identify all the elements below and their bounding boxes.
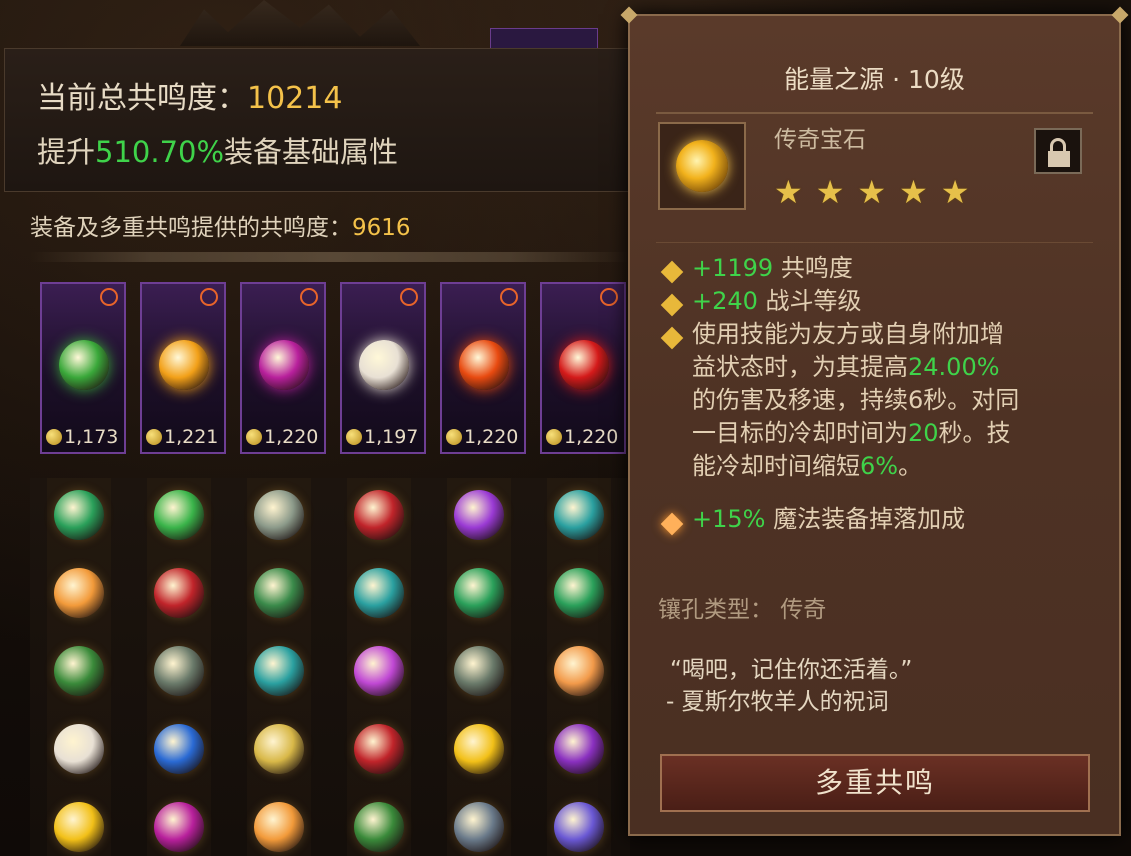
rank-emblem-icon bbox=[200, 288, 218, 306]
equipment-card[interactable]: 1,220 bbox=[440, 282, 526, 454]
gem-slot[interactable] bbox=[154, 490, 204, 540]
diamond-bullet-icon bbox=[660, 293, 684, 317]
effect-line: 益状态时，为其提高24.00% bbox=[692, 353, 1000, 381]
rank-emblem-icon bbox=[600, 288, 618, 306]
equipment-card[interactable]: 1,221 bbox=[140, 282, 226, 454]
flavor-quote: “喝吧，记住你还活着。” bbox=[670, 657, 913, 683]
gem-slot[interactable] bbox=[54, 802, 104, 852]
equipment-card[interactable]: 1,220 bbox=[240, 282, 326, 454]
effect-line: 的伤害及移速，持续6秒。对同 bbox=[692, 386, 1020, 414]
total-resonance: 当前总共鸣度：10214 bbox=[37, 81, 343, 116]
equipment-card[interactable]: 1,220 bbox=[540, 282, 626, 454]
divider bbox=[656, 242, 1093, 243]
rank-emblem-icon bbox=[400, 288, 418, 306]
effect-line: 一目标的冷却时间为20秒。技 bbox=[692, 419, 1011, 447]
diamond-bullet-icon bbox=[660, 260, 684, 284]
star-icon: ★ bbox=[940, 173, 970, 211]
rank-emblem-icon bbox=[300, 288, 318, 306]
diamond-bullet-icon bbox=[660, 326, 684, 350]
flavor-author: - 夏斯尔牧羊人的祝词 bbox=[666, 689, 889, 715]
coin-icon bbox=[146, 429, 162, 445]
resonance-value: 1,221 bbox=[146, 426, 218, 448]
gem-grid-area bbox=[30, 478, 630, 856]
stat-resonance: +1199 共鸣度 bbox=[692, 254, 853, 282]
rank-emblem-icon bbox=[100, 288, 118, 306]
gem-slot[interactable] bbox=[454, 802, 504, 852]
coin-icon bbox=[346, 429, 362, 445]
equipment-icon bbox=[359, 340, 409, 390]
equipment-icon bbox=[559, 340, 609, 390]
star-icon: ★ bbox=[899, 173, 928, 211]
tooltip-title: 能量之源 · 10级 bbox=[784, 65, 965, 94]
resonance-value: 1,173 bbox=[46, 426, 118, 448]
divider bbox=[656, 112, 1093, 114]
gem-slot[interactable] bbox=[554, 802, 604, 852]
equipment-icon bbox=[159, 340, 209, 390]
resonance-value: 1,197 bbox=[346, 426, 418, 448]
gem-slot[interactable] bbox=[154, 802, 204, 852]
gem-slot[interactable] bbox=[554, 568, 604, 618]
socket-type: 镶孔类型： 传奇 bbox=[658, 597, 827, 623]
gem-slot[interactable] bbox=[454, 646, 504, 696]
gem-type: 传奇宝石 bbox=[774, 127, 866, 153]
gem-slot[interactable] bbox=[354, 724, 404, 774]
star-icon: ★ bbox=[774, 173, 803, 211]
spark-bullet-icon bbox=[660, 512, 684, 536]
stat-magic-find: +15% 魔法装备掉落加成 bbox=[692, 505, 966, 533]
gem-slot[interactable] bbox=[354, 802, 404, 852]
star-icon: ★ bbox=[815, 173, 845, 211]
gem-slot[interactable] bbox=[354, 646, 404, 696]
coin-icon bbox=[446, 429, 462, 445]
gem-slot[interactable] bbox=[54, 646, 104, 696]
gem-slot[interactable] bbox=[54, 490, 104, 540]
gem-slot[interactable] bbox=[554, 724, 604, 774]
gem-slot[interactable] bbox=[454, 724, 504, 774]
equipment-icon bbox=[259, 340, 309, 390]
gem-icon bbox=[658, 122, 746, 210]
gem-slot[interactable] bbox=[54, 724, 104, 774]
attribute-boost: 提升510.70%装备基础属性 bbox=[37, 135, 399, 169]
star-icon: ★ bbox=[857, 173, 887, 211]
gem-slot[interactable] bbox=[554, 646, 604, 696]
gem-tooltip: 能量之源 · 10级 传奇宝石 ★ ★ ★ ★ ★ +1199 共鸣度 +240 战斗等… bbox=[620, 6, 1129, 836]
equipment-icon bbox=[459, 340, 509, 390]
gem-slot[interactable] bbox=[154, 724, 204, 774]
star-rating: ★ ★ ★ ★ ★ bbox=[774, 176, 982, 208]
coin-icon bbox=[46, 429, 62, 445]
gem-slot[interactable] bbox=[154, 646, 204, 696]
gem-slot[interactable] bbox=[454, 568, 504, 618]
resonance-value: 1,220 bbox=[446, 426, 518, 448]
effect-line: 使用技能为友方或自身附加增 bbox=[692, 320, 1004, 348]
stat-combat-level: +240 战斗等级 bbox=[692, 287, 862, 315]
multi-resonance-button[interactable]: 多重共鸣 bbox=[660, 754, 1090, 812]
effect-line: 能冷却时间缩短6%。 bbox=[692, 452, 923, 480]
gem-slot[interactable] bbox=[154, 568, 204, 618]
gem-slot[interactable] bbox=[354, 490, 404, 540]
equipment-resonance: 装备及多重共鸣提供的共鸣度：9616 bbox=[30, 215, 411, 241]
gem-slot[interactable] bbox=[254, 490, 304, 540]
divider bbox=[30, 252, 630, 262]
gem-slot[interactable] bbox=[454, 490, 504, 540]
equipment-icon bbox=[59, 340, 109, 390]
gem-slot[interactable] bbox=[254, 646, 304, 696]
gem-slot[interactable] bbox=[254, 802, 304, 852]
gem-slot[interactable] bbox=[54, 568, 104, 618]
resonance-value: 1,220 bbox=[246, 426, 318, 448]
gem-slot[interactable] bbox=[254, 568, 304, 618]
equipment-card[interactable]: 1,173 bbox=[40, 282, 126, 454]
coin-icon bbox=[246, 429, 262, 445]
resonance-summary-panel: 当前总共鸣度：10214 提升510.70%装备基础属性 bbox=[4, 48, 636, 192]
gem-slot[interactable] bbox=[554, 490, 604, 540]
resonance-value: 1,220 bbox=[546, 426, 618, 448]
equipment-card[interactable]: 1,197 bbox=[340, 282, 426, 454]
coin-icon bbox=[546, 429, 562, 445]
gem-slot[interactable] bbox=[354, 568, 404, 618]
rank-emblem-icon bbox=[500, 288, 518, 306]
lock-icon[interactable] bbox=[1034, 128, 1082, 174]
gem-slot[interactable] bbox=[254, 724, 304, 774]
